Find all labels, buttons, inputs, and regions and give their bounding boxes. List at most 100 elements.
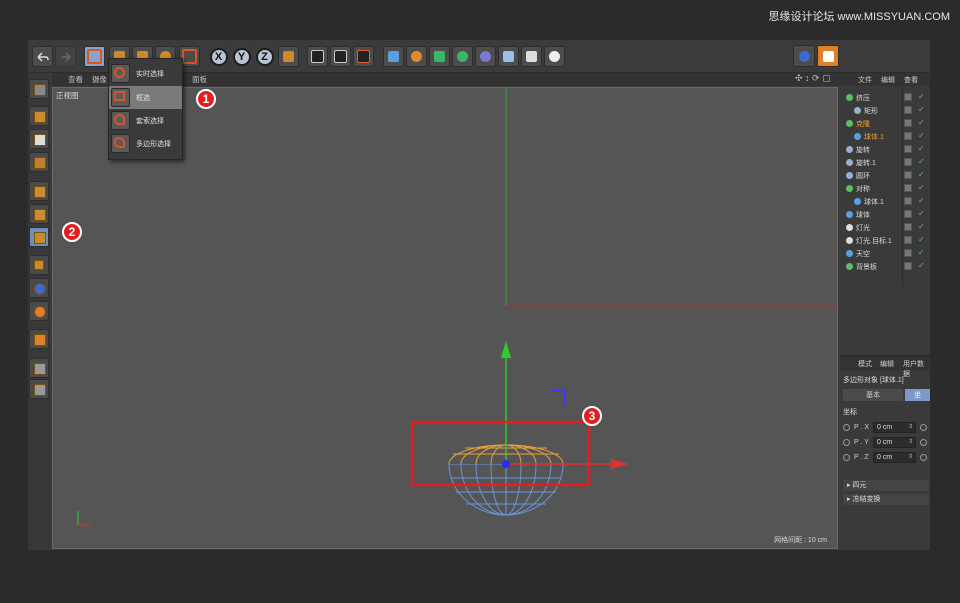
object-row[interactable]: 球体✓ [840, 208, 930, 221]
object-row[interactable]: 灯光✓ [840, 221, 930, 234]
spinner-icon[interactable]: ⇕ [908, 453, 913, 460]
menu-edit[interactable]: 编辑 [880, 359, 894, 369]
object-row[interactable]: 天空✓ [840, 247, 930, 260]
menu-panel[interactable]: 面板 [192, 74, 207, 85]
enabled-check-icon[interactable]: ✓ [918, 144, 925, 153]
layer-swatch[interactable] [904, 106, 912, 114]
enabled-check-icon[interactable]: ✓ [918, 92, 925, 101]
object-row[interactable]: 克隆✓ [840, 117, 930, 130]
cube-object-button[interactable] [383, 46, 404, 67]
render-picture-viewer-button[interactable] [330, 46, 351, 67]
object-row[interactable]: 挤压✓ [840, 91, 930, 104]
enabled-check-icon[interactable]: ✓ [918, 157, 925, 166]
snap-button[interactable] [817, 45, 839, 67]
x-axis-lock-button[interactable]: X [208, 46, 229, 67]
y-axis-lock-button[interactable]: Y [231, 46, 252, 67]
workplane-mode-button[interactable] [29, 152, 49, 172]
layer-swatch[interactable] [904, 171, 912, 179]
polygons-mode-button[interactable] [29, 227, 49, 247]
layer-swatch[interactable] [904, 249, 912, 257]
model-mode-button[interactable] [29, 106, 49, 126]
enabled-check-icon[interactable]: ✓ [918, 261, 925, 270]
menu-mode[interactable]: 模式 [858, 359, 872, 369]
select-tool-button[interactable] [84, 46, 105, 67]
object-row[interactable]: 灯光.目标.1✓ [840, 234, 930, 247]
z-axis-lock-button[interactable]: Z [254, 46, 275, 67]
enabled-check-icon[interactable]: ✓ [918, 222, 925, 231]
object-row[interactable]: 旋转.1✓ [840, 156, 930, 169]
edges-mode-button[interactable] [29, 204, 49, 224]
tab-basic[interactable]: 基本 [843, 389, 903, 401]
layer-swatch[interactable] [904, 158, 912, 166]
menu-cameras[interactable]: 摄像 [92, 74, 107, 85]
array-button[interactable] [452, 46, 473, 67]
floor-button[interactable] [498, 46, 519, 67]
soft-selection-button[interactable] [29, 301, 49, 321]
menu-file[interactable]: 文件 [858, 75, 872, 85]
watermark: 思缘设计论坛 www.MISSYUAN.COM [768, 8, 950, 24]
undo-button[interactable] [32, 46, 53, 67]
menu-view[interactable]: 查看 [68, 74, 83, 85]
menu-edit[interactable]: 编辑 [881, 75, 895, 85]
object-row[interactable]: 对称✓ [840, 182, 930, 195]
keyframe-radio[interactable] [843, 454, 850, 461]
object-row[interactable]: 旋转✓ [840, 143, 930, 156]
keyframe-radio[interactable] [843, 439, 850, 446]
layer-swatch[interactable] [904, 223, 912, 231]
pen-spline-button[interactable] [406, 46, 427, 67]
polygon-select-item[interactable]: 多边形选择 [109, 132, 182, 155]
enabled-check-icon[interactable]: ✓ [918, 131, 925, 140]
layer-swatch[interactable] [904, 145, 912, 153]
layer-swatch[interactable] [904, 236, 912, 244]
live-select-item[interactable]: 实时选择 [109, 62, 182, 85]
enabled-check-icon[interactable]: ✓ [918, 209, 925, 218]
enabled-check-icon[interactable]: ✓ [918, 105, 925, 114]
deformer-button[interactable] [475, 46, 496, 67]
layer-swatch[interactable] [904, 132, 912, 140]
layout-button[interactable] [793, 45, 815, 67]
menu-view[interactable]: 查看 [904, 75, 918, 85]
layer-swatch[interactable] [904, 93, 912, 101]
object-row[interactable]: 球体.1✓ [840, 130, 930, 143]
magnet-button[interactable] [29, 329, 49, 349]
layer-swatch[interactable] [904, 197, 912, 205]
points-mode-button[interactable] [29, 181, 49, 201]
menu-user-data[interactable]: 用户数据 [903, 359, 930, 379]
object-row[interactable]: 球体.1✓ [840, 195, 930, 208]
layer-swatch[interactable] [904, 210, 912, 218]
enabled-check-icon[interactable]: ✓ [918, 196, 925, 205]
viewport-nav-icons[interactable]: ✣ ↕ ⟳ ▢ [795, 73, 831, 84]
keyframe-radio[interactable] [843, 424, 850, 431]
redo-button[interactable] [55, 46, 76, 67]
enabled-check-icon[interactable]: ✓ [918, 183, 925, 192]
texture-mode-button[interactable] [29, 129, 49, 149]
render-view-button[interactable] [307, 46, 328, 67]
spinner-icon[interactable]: ⇕ [908, 438, 913, 445]
enabled-check-icon[interactable]: ✓ [918, 235, 925, 244]
coordinate-system-button[interactable] [278, 46, 299, 67]
subdivision-button[interactable] [429, 46, 450, 67]
axis-mode-button[interactable] [29, 255, 49, 275]
render-settings-button[interactable] [353, 46, 374, 67]
enabled-check-icon[interactable]: ✓ [918, 248, 925, 257]
enabled-check-icon[interactable]: ✓ [918, 170, 925, 179]
freeze-transform-fold[interactable]: ▸ 冻结变换 [843, 494, 929, 505]
object-row[interactable]: 背景板✓ [840, 260, 930, 273]
camera-button[interactable] [521, 46, 542, 67]
lasso-select-item[interactable]: 套索选择 [109, 109, 182, 132]
layer-swatch[interactable] [904, 119, 912, 127]
object-row[interactable]: 圆环✓ [840, 169, 930, 182]
layer-swatch[interactable] [904, 184, 912, 192]
spinner-icon[interactable]: ⇕ [908, 423, 913, 430]
rectangle-select-item[interactable]: 框选 [109, 86, 182, 109]
object-row[interactable]: 矩形✓ [840, 104, 930, 117]
workplane-lock-button[interactable] [29, 358, 49, 378]
tab-coord[interactable]: 坐 [905, 389, 930, 401]
quaternion-fold[interactable]: ▸ 四元 [843, 480, 929, 491]
light-button[interactable] [544, 46, 565, 67]
enabled-check-icon[interactable]: ✓ [918, 118, 925, 127]
workplane-axis-button[interactable] [29, 379, 49, 399]
tweak-mode-button[interactable] [29, 278, 49, 298]
layer-swatch[interactable] [904, 262, 912, 270]
make-editable-button[interactable] [29, 79, 49, 99]
